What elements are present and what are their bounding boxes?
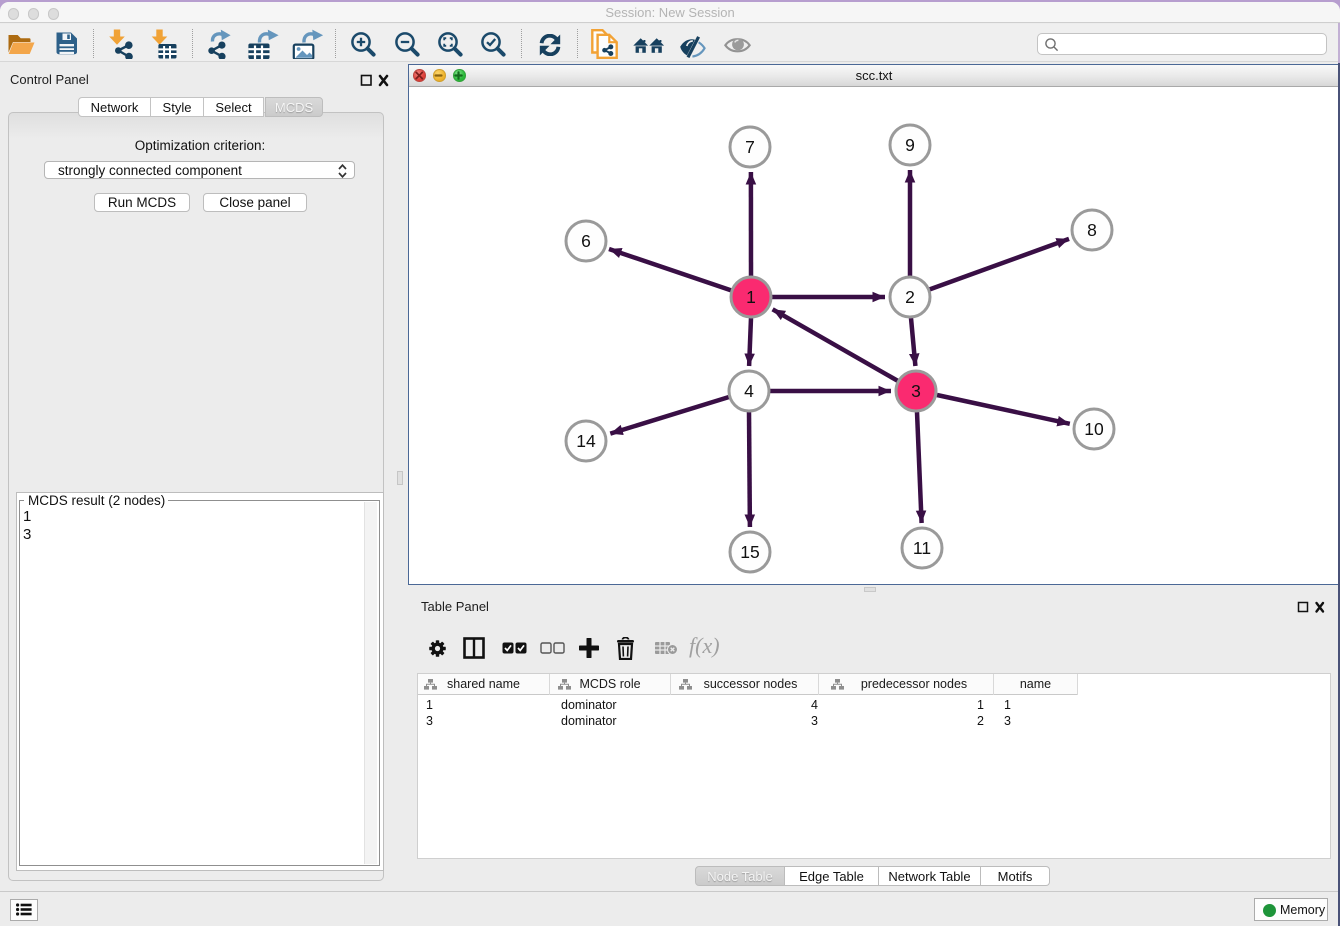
svg-text:15: 15 [740,542,759,562]
svg-text:7: 7 [745,137,755,157]
svg-text:4: 4 [744,381,754,401]
svg-text:11: 11 [913,538,931,558]
svg-text:10: 10 [1084,419,1104,439]
svg-text:2: 2 [905,287,915,307]
svg-text:3: 3 [911,381,921,401]
svg-text:8: 8 [1087,220,1097,240]
svg-text:14: 14 [576,431,596,451]
svg-text:6: 6 [581,231,591,251]
svg-text:9: 9 [905,135,915,155]
svg-text:1: 1 [746,287,756,307]
